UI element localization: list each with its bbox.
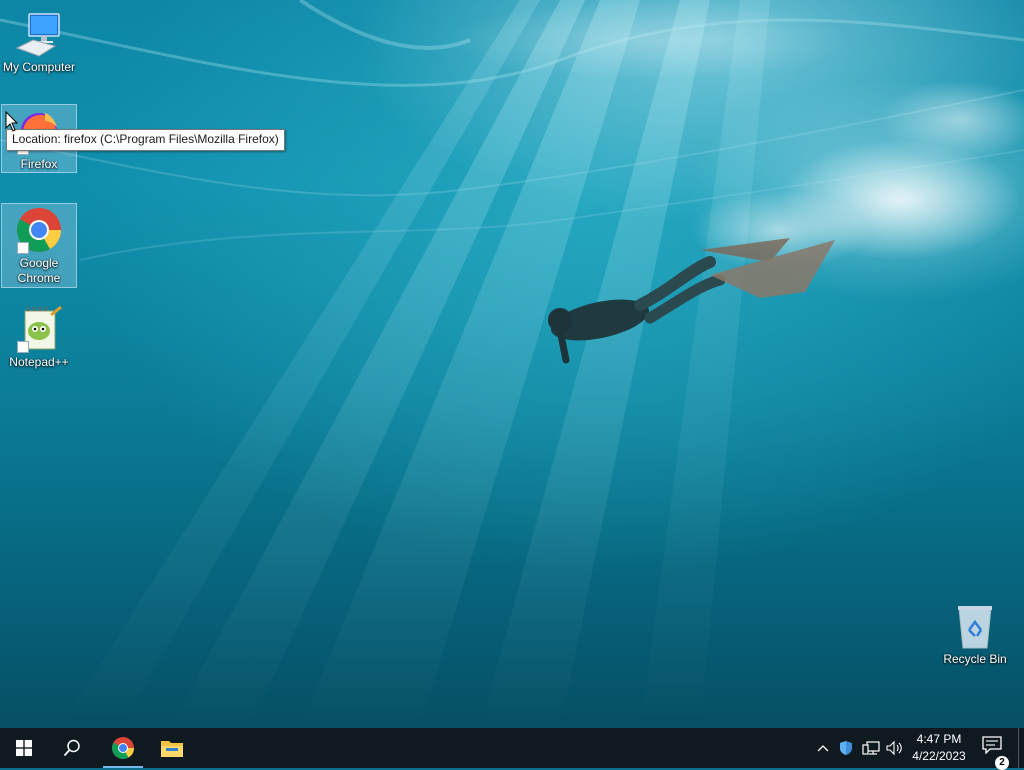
desktop-icon-label: My Computer <box>2 60 76 74</box>
show-hidden-icons-button[interactable] <box>813 728 833 768</box>
desktop-icon-label: Recycle Bin <box>943 652 1007 666</box>
desktop-icon-recycle-bin[interactable]: Recycle Bin <box>937 600 1013 667</box>
chrome-icon <box>112 737 134 759</box>
file-explorer-icon <box>161 741 183 757</box>
notifications-icon <box>982 736 1002 755</box>
defender-icon <box>840 741 852 755</box>
computer-icon <box>15 10 63 58</box>
notepadpp-icon <box>15 305 63 353</box>
chrome-icon <box>15 206 63 254</box>
tray-defender[interactable] <box>836 728 856 768</box>
start-button[interactable] <box>0 728 48 768</box>
desktop-icon-notepadpp[interactable]: Notepad++ <box>1 303 77 370</box>
shortcut-arrow-icon <box>17 341 29 353</box>
tray-clock[interactable]: 4:47 PM 4/22/2023 <box>906 731 972 765</box>
desktop-icon-label: Notepad++ <box>9 355 69 369</box>
tray-volume[interactable] <box>884 728 906 768</box>
taskbar-file-explorer-button[interactable] <box>148 728 196 768</box>
tray-network[interactable] <box>860 728 882 768</box>
action-center-button[interactable]: 2 <box>978 728 1010 770</box>
volume-icon <box>886 740 902 756</box>
search-icon <box>63 739 80 757</box>
desktop-wallpaper[interactable] <box>0 0 1024 728</box>
tooltip: Location: firefox (C:\Program Files\Mozi… <box>6 129 285 151</box>
chevron-up-icon <box>817 745 829 752</box>
desktop-icon-label: Firefox <box>20 157 58 171</box>
desktop-icon-label: Google Chrome <box>17 256 61 285</box>
windows-start-icon <box>16 740 32 756</box>
search-button[interactable] <box>48 728 96 768</box>
recycle-bin-icon <box>951 602 999 650</box>
desktop-icon-chrome[interactable]: Google Chrome <box>1 203 77 288</box>
clock-time: 4:47 PM <box>916 732 962 746</box>
show-desktop-button[interactable] <box>1018 728 1024 768</box>
desktop-icon-my-computer[interactable]: My Computer <box>1 8 77 75</box>
taskbar: 4:47 PM 4/22/2023 2 <box>0 728 1024 770</box>
underwater-scene <box>0 0 1024 728</box>
shortcut-arrow-icon <box>17 242 29 254</box>
taskbar-chrome-button[interactable] <box>100 728 146 768</box>
network-icon <box>862 741 880 755</box>
clock-date: 4/22/2023 <box>912 749 966 763</box>
mouse-cursor-icon <box>5 111 19 132</box>
